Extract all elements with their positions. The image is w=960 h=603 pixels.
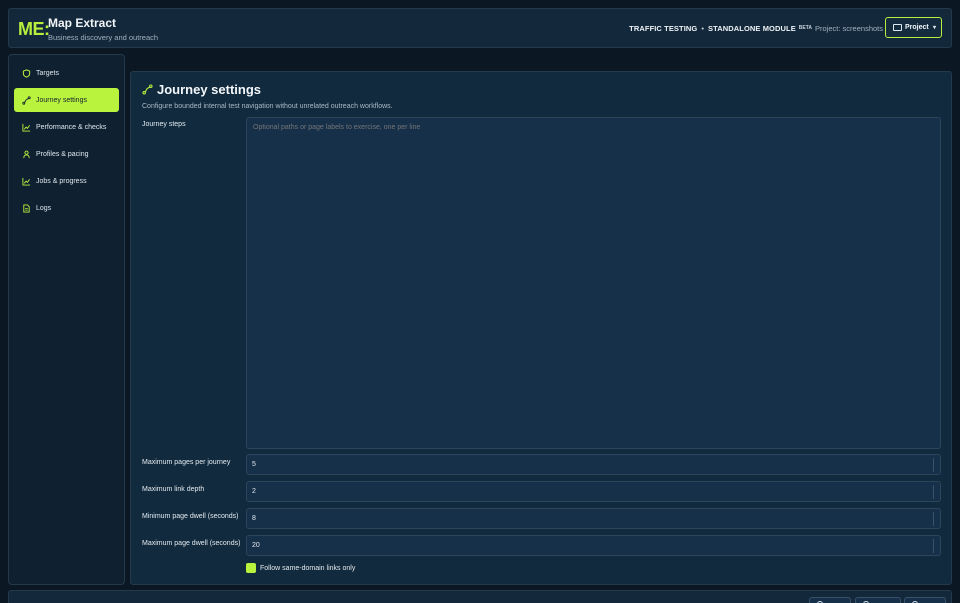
sidebar-item-jobs[interactable]: Jobs & progress: [14, 169, 119, 193]
page-description: Configure bounded internal test navigati…: [142, 103, 393, 110]
sidebar-item-label: Logs: [36, 204, 52, 212]
sidebar-item-label: Jobs & progress: [36, 177, 87, 185]
same-domain-label: Follow same-domain links only: [260, 564, 356, 572]
number-spinner[interactable]: [933, 458, 939, 472]
shield-icon: [22, 68, 31, 78]
file-icon: [23, 203, 30, 213]
max-depth-label: Maximum link depth: [142, 486, 205, 493]
sidebar-item-journey-settings[interactable]: Journey settings: [14, 88, 119, 112]
max-dwell-label: Maximum page dwell (seconds): [142, 540, 241, 547]
folder-icon: [893, 24, 902, 31]
beta-badge: BETA: [798, 24, 813, 31]
module-secondary: STANDALONE MODULE: [707, 24, 796, 33]
sidebar-item-label: Targets: [36, 69, 59, 77]
module-info: TRAFFIC TESTING • STANDALONE MODULE BETA…: [629, 24, 883, 33]
project-button-label: Project: [905, 24, 929, 31]
sidebar: Targets Journey settings Performance & c…: [8, 54, 125, 585]
same-domain-option[interactable]: Follow same-domain links only: [246, 563, 355, 573]
sidebar-item-label: Profiles & pacing: [36, 150, 89, 158]
sidebar-item-profiles[interactable]: Profiles & pacing: [14, 142, 119, 166]
max-dwell-value: 20: [252, 542, 260, 549]
max-pages-value: 5: [252, 461, 256, 468]
app-header: ME: Map Extract Business discovery and o…: [8, 8, 952, 48]
route-icon: [142, 84, 153, 95]
number-spinner[interactable]: [933, 512, 939, 526]
footer-button[interactable]: [855, 597, 901, 603]
max-depth-input[interactable]: 2: [246, 481, 941, 502]
sidebar-item-logs[interactable]: Logs: [14, 196, 119, 220]
footer-button[interactable]: [809, 597, 851, 603]
chart-icon: [22, 123, 31, 132]
journey-settings-panel: Journey settings Configure bounded inter…: [130, 71, 952, 585]
sidebar-item-performance[interactable]: Performance & checks: [14, 115, 119, 139]
sidebar-item-label: Journey settings: [36, 96, 87, 104]
footer-bar: [8, 590, 952, 603]
max-pages-label: Maximum pages per journey: [142, 459, 231, 466]
journey-steps-label: Journey steps: [142, 121, 186, 128]
module-separator: •: [701, 24, 704, 33]
number-spinner[interactable]: [933, 539, 939, 553]
min-dwell-input[interactable]: 8: [246, 508, 941, 529]
project-label: Project: screenshots: [815, 24, 883, 33]
chevron-down-icon: ▾: [932, 25, 936, 31]
number-spinner[interactable]: [933, 485, 939, 499]
journey-steps-input[interactable]: [246, 117, 941, 449]
same-domain-checkbox[interactable]: [246, 563, 256, 573]
chart-icon: [22, 177, 31, 186]
sidebar-item-label: Performance & checks: [36, 123, 107, 131]
max-depth-value: 2: [252, 488, 256, 495]
max-dwell-input[interactable]: 20: [246, 535, 941, 556]
min-dwell-label: Minimum page dwell (seconds): [142, 513, 239, 520]
project-button[interactable]: Project ▾: [885, 17, 942, 38]
page-title-text: Journey settings: [157, 82, 262, 97]
min-dwell-value: 8: [252, 515, 256, 522]
route-icon: [22, 95, 31, 105]
app-logo: ME:: [18, 19, 50, 39]
person-icon: [23, 150, 30, 158]
page-title: Journey settings: [142, 82, 261, 97]
module-primary: TRAFFIC TESTING: [629, 24, 698, 33]
sidebar-item-targets[interactable]: Targets: [14, 61, 119, 85]
footer-button[interactable]: [904, 597, 946, 603]
app-title: Map Extract: [48, 16, 117, 30]
app-subtitle: Business discovery and outreach: [48, 33, 159, 42]
max-pages-input[interactable]: 5: [246, 454, 941, 475]
